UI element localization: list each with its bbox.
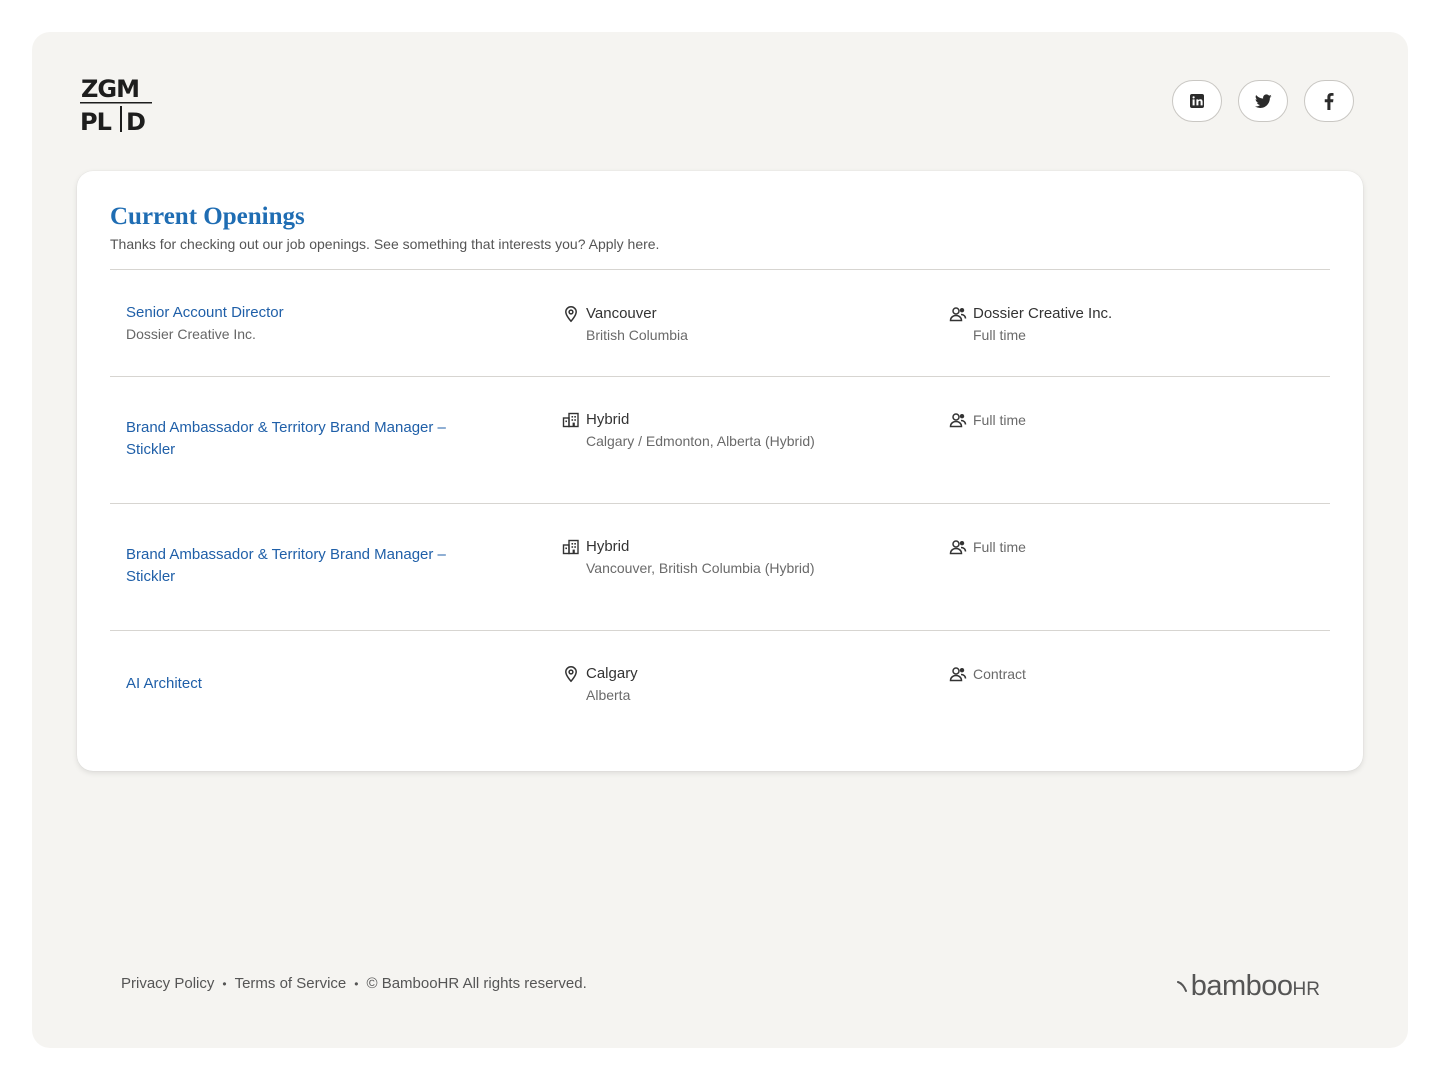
- location-region: Alberta: [586, 687, 631, 703]
- people-icon: [949, 665, 967, 683]
- svg-text:D: D: [126, 108, 146, 132]
- work-arrangement: Hybrid: [586, 538, 630, 555]
- footer-links: Privacy Policy • Terms of Service • © Ba…: [121, 975, 587, 992]
- privacy-policy-link[interactable]: Privacy Policy: [121, 975, 214, 992]
- employment-type: Full time: [973, 327, 1026, 343]
- facebook-button[interactable]: [1304, 80, 1354, 122]
- job-title-link[interactable]: AI Architect: [126, 673, 486, 695]
- linkedin-icon: [1189, 93, 1205, 109]
- svg-text:ZGM: ZGM: [81, 75, 139, 103]
- building-icon: [562, 538, 580, 556]
- twitter-icon: [1254, 93, 1272, 109]
- svg-text:PL: PL: [80, 108, 112, 132]
- map-pin-icon: [562, 305, 580, 323]
- location-region: British Columbia: [586, 327, 688, 343]
- copyright-text: © BambooHR All rights reserved.: [366, 975, 587, 992]
- job-row: Brand Ambassador & Territory Brand Manag…: [110, 503, 1330, 630]
- bamboohr-suffix: HR: [1292, 979, 1320, 1000]
- employment-type: Full time: [973, 539, 1026, 555]
- bamboohr-wordmark: bamboo: [1190, 970, 1293, 1002]
- job-title-link[interactable]: Brand Ambassador & Territory Brand Manag…: [126, 417, 486, 461]
- location-region: Vancouver, British Columbia (Hybrid): [586, 560, 815, 576]
- social-links: [1172, 80, 1354, 122]
- terms-of-service-link[interactable]: Terms of Service: [235, 975, 347, 992]
- job-department: Dossier Creative Inc.: [973, 305, 1113, 322]
- job-title-link[interactable]: Brand Ambassador & Territory Brand Manag…: [126, 544, 486, 588]
- map-pin-icon: [562, 665, 580, 683]
- job-list: Senior Account Director Dossier Creative…: [110, 269, 1330, 730]
- people-icon: [949, 538, 967, 556]
- company-logo[interactable]: ZGM PL D: [80, 72, 154, 132]
- footer-separator: •: [222, 976, 227, 991]
- bamboohr-logo[interactable]: bamboo HR: [1176, 970, 1320, 1003]
- page-subtitle: Thanks for checking out our job openings…: [110, 236, 660, 252]
- job-company: Dossier Creative Inc.: [126, 326, 256, 342]
- people-icon: [949, 305, 967, 323]
- location-city: Calgary: [586, 665, 638, 682]
- job-row: Senior Account Director Dossier Creative…: [110, 269, 1330, 376]
- footer-separator: •: [354, 976, 359, 991]
- facebook-icon: [1324, 92, 1334, 110]
- twitter-button[interactable]: [1238, 80, 1288, 122]
- linkedin-button[interactable]: [1172, 80, 1222, 122]
- location-city: Vancouver: [586, 305, 657, 322]
- employment-type: Full time: [973, 412, 1026, 428]
- work-arrangement: Hybrid: [586, 411, 630, 428]
- location-region: Calgary / Edmonton, Alberta (Hybrid): [586, 433, 815, 449]
- job-title-link[interactable]: Senior Account Director: [126, 302, 486, 324]
- page-frame: ZGM PL D Current Openings Thanks for che…: [32, 32, 1408, 1048]
- people-icon: [949, 411, 967, 429]
- openings-card: Current Openings Thanks for checking out…: [77, 171, 1363, 771]
- job-row: AI Architect Calgary Alberta Contract: [110, 630, 1330, 730]
- employment-type: Contract: [973, 666, 1026, 682]
- building-icon: [562, 411, 580, 429]
- job-row: Brand Ambassador & Territory Brand Manag…: [110, 376, 1330, 503]
- page-title: Current Openings: [110, 203, 305, 230]
- bamboo-leaf-icon: [1176, 970, 1189, 992]
